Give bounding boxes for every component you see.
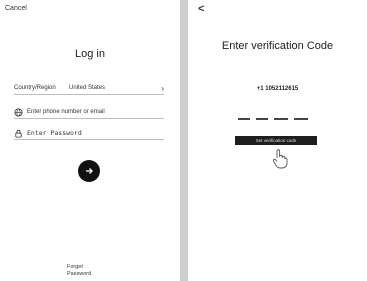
code-slot[interactable] (238, 118, 250, 120)
lock-icon (15, 129, 22, 138)
phone-number: +1 1052112615 (256, 86, 299, 92)
arrow-right-icon (86, 168, 93, 174)
country-region-value: United States (69, 85, 106, 91)
hand-pointer-icon (272, 149, 288, 169)
phone-email-field[interactable]: Enter phone number or email (14, 106, 164, 119)
code-slot[interactable] (294, 118, 308, 120)
verification-code-input[interactable] (238, 118, 308, 120)
verification-title: Enter verification Code (221, 40, 334, 52)
phone-email-placeholder: Enter phone number or email (27, 109, 105, 115)
cancel-button[interactable]: Cancel (5, 5, 27, 12)
code-slot[interactable] (256, 118, 268, 120)
code-slot[interactable] (274, 118, 288, 120)
login-screen: Cancel Log in Country/Region United Stat… (0, 0, 180, 281)
password-field[interactable]: Enter Password (14, 127, 164, 140)
forgot-password-link[interactable]: Forget Password (67, 264, 91, 277)
chevron-right-icon: › (161, 83, 164, 93)
forgot-password-line2: Password (67, 270, 92, 277)
login-submit-button[interactable] (78, 160, 100, 182)
verification-screen: < Enter verification Code +1 1052112615 … (188, 0, 367, 281)
country-region-label: Country/Region (14, 85, 56, 91)
password-placeholder: Enter Password (27, 129, 82, 137)
login-title: Log in (75, 48, 105, 60)
back-button[interactable]: < (198, 3, 204, 15)
globe-icon (14, 107, 23, 117)
country-region-selector[interactable]: Country/Region United States › (14, 82, 164, 95)
verification-tooltip: Set verification code (235, 136, 317, 145)
